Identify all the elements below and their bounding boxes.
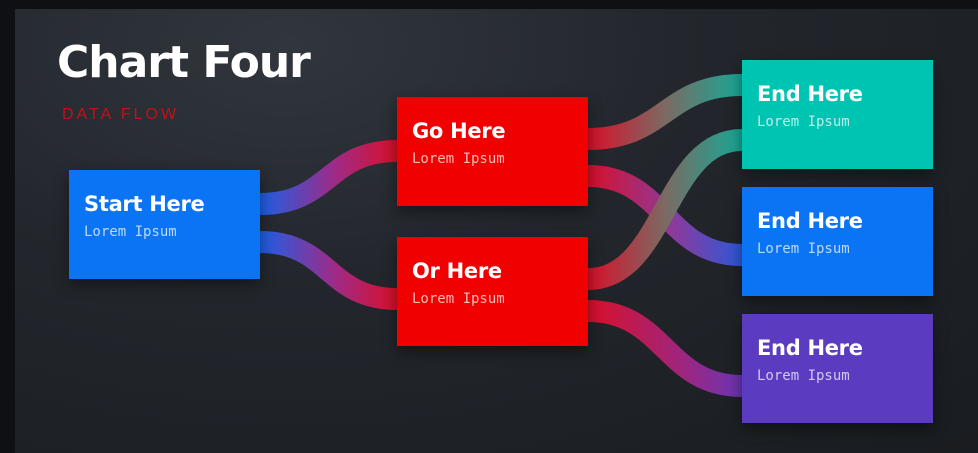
node-end-2: End Here Lorem Ipsum (742, 187, 933, 296)
node-subtitle: Lorem Ipsum (757, 241, 850, 257)
node-title: Start Here (84, 192, 205, 216)
connector-start-go (259, 140, 398, 215)
connector-start-or (259, 231, 398, 310)
node-or: Or Here Lorem Ipsum (397, 237, 588, 346)
node-subtitle: Lorem Ipsum (757, 114, 850, 130)
node-title: End Here (757, 336, 863, 360)
diagram-canvas: Chart Four DATA FLOW Start Here Lorem Ip… (15, 9, 978, 453)
node-start: Start Here Lorem Ipsum (69, 170, 260, 279)
node-end-3: End Here Lorem Ipsum (742, 314, 933, 423)
connector-or-end3 (587, 300, 743, 397)
node-subtitle: Lorem Ipsum (757, 368, 850, 384)
node-title: Go Here (412, 119, 506, 143)
node-go: Go Here Lorem Ipsum (397, 97, 588, 206)
node-end-1: End Here Lorem Ipsum (742, 60, 933, 169)
node-title: Or Here (412, 259, 502, 283)
node-subtitle: Lorem Ipsum (412, 291, 505, 307)
node-subtitle: Lorem Ipsum (84, 224, 177, 240)
node-title: End Here (757, 82, 863, 106)
node-title: End Here (757, 209, 863, 233)
node-subtitle: Lorem Ipsum (412, 151, 505, 167)
connector-go-end1 (587, 74, 743, 150)
